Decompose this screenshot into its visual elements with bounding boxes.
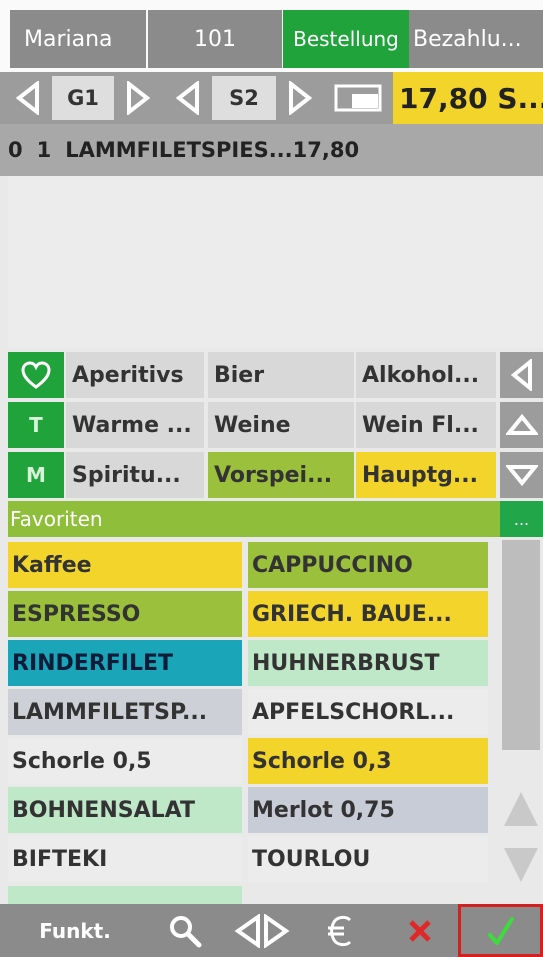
product-partial-row[interactable] <box>8 886 242 904</box>
product-lammfiletspiess[interactable]: LAMMFILETSP... <box>8 689 242 735</box>
split-button[interactable] <box>222 904 302 957</box>
order-line-index: 0 <box>8 138 23 162</box>
category-vorspeisen[interactable]: Vorspei... <box>208 452 354 498</box>
product-espresso[interactable]: ESPRESSO <box>8 591 242 637</box>
t-icon: T <box>29 413 43 437</box>
product-tourlou[interactable]: TOURLOU <box>248 836 488 882</box>
product-apfelschorle[interactable]: APFELSCHORL... <box>248 689 488 735</box>
top-bar: Mariana 101 Bestellung Bezahlu... <box>0 0 543 72</box>
next-seat-button[interactable] <box>280 76 320 120</box>
category-scroll-up-button[interactable] <box>500 402 543 448</box>
confirm-button[interactable] <box>458 904 543 957</box>
category-aperitivs[interactable]: Aperitivs <box>66 352 204 398</box>
split-icon <box>234 913 290 948</box>
product-cappuccino[interactable]: CAPPUCCINO <box>248 542 488 588</box>
prev-seat-button[interactable] <box>168 76 208 120</box>
order-line-name: LAMMFILETSPIES... <box>65 138 293 162</box>
order-line[interactable]: 0 1 LAMMFILETSPIES... 17,80 <box>0 124 543 176</box>
view-toggle-button[interactable] <box>328 76 388 120</box>
triangle-up-icon <box>504 792 538 826</box>
chevron-left-icon <box>510 359 532 391</box>
product-bohnensalat[interactable]: BOHNENSALAT <box>8 787 242 833</box>
t-category-button[interactable]: T <box>8 402 64 448</box>
chevron-right-icon <box>127 81 151 115</box>
chevron-left-icon <box>175 81 199 115</box>
m-icon: M <box>26 463 46 487</box>
chevron-left-icon <box>15 81 39 115</box>
euro-icon <box>328 915 352 946</box>
order-list-area <box>8 176 543 348</box>
tab-payment[interactable]: Bezahlu... <box>409 10 543 68</box>
next-group-button[interactable] <box>118 76 158 120</box>
chevron-down-icon <box>505 465 538 487</box>
order-total: 17,80 S... <box>393 72 543 124</box>
chevron-up-icon <box>505 413 538 435</box>
category-weine[interactable]: Weine <box>208 402 354 448</box>
favorites-label: Favoriten <box>10 507 103 531</box>
product-huhnerbrust[interactable]: HUHNERBRUST <box>248 640 488 686</box>
search-icon <box>170 915 202 947</box>
product-kaffee[interactable]: Kaffee <box>8 542 242 588</box>
category-bier[interactable]: Bier <box>208 352 354 398</box>
category-spirituosen[interactable]: Spiritu... <box>66 452 204 498</box>
category-scroll-down-button[interactable] <box>500 452 543 498</box>
category-warme[interactable]: Warme ... <box>66 402 204 448</box>
cancel-button[interactable] <box>385 904 455 957</box>
favorites-more-button[interactable]: ... <box>500 501 543 537</box>
prev-group-button[interactable] <box>8 76 48 120</box>
tab-order[interactable]: Bestellung <box>283 10 409 68</box>
triangle-down-icon <box>504 848 538 882</box>
favorites-bar: Favoriten ... <box>8 501 543 537</box>
nav-row: G1 S2 17,80 S... <box>0 72 543 124</box>
checkmark-icon <box>487 916 514 945</box>
m-category-button[interactable]: M <box>8 452 64 498</box>
product-merlot-075[interactable]: Merlot 0,75 <box>248 787 488 833</box>
heart-icon <box>21 361 51 389</box>
order-line-qty: 1 <box>36 138 52 162</box>
table-button[interactable]: 101 <box>148 10 282 68</box>
search-button[interactable] <box>150 904 220 957</box>
product-schorle-03[interactable]: Schorle 0,3 <box>248 738 488 784</box>
product-rinderfilet[interactable]: RINDERFILET <box>8 640 242 686</box>
category-back-button[interactable] <box>500 352 543 398</box>
product-scrollbar[interactable] <box>502 540 540 750</box>
functions-button[interactable]: Funkt. <box>20 904 130 957</box>
chevron-right-icon <box>289 81 313 115</box>
product-griech-bauernsalat[interactable]: GRIECH. BAUE... <box>248 591 488 637</box>
category-hauptgerichte[interactable]: Hauptg... <box>356 452 496 498</box>
product-scroll-down-button[interactable] <box>502 840 540 892</box>
favorites-category-button[interactable] <box>8 352 64 398</box>
bottom-toolbar: Funkt. <box>0 904 543 957</box>
order-line-price: 17,80 <box>292 138 360 162</box>
seat-label: S2 <box>212 76 276 120</box>
group-label: G1 <box>52 76 114 120</box>
product-schorle-05[interactable]: Schorle 0,5 <box>8 738 242 784</box>
category-wein-flasche[interactable]: Wein Fl... <box>356 402 496 448</box>
euro-button[interactable] <box>305 904 375 957</box>
product-scroll-up-button[interactable] <box>502 782 540 834</box>
product-bifteki[interactable]: BIFTEKI <box>8 836 242 882</box>
window-icon <box>334 84 382 112</box>
waiter-button[interactable]: Mariana <box>10 10 146 68</box>
category-alkohol[interactable]: Alkohol... <box>356 352 496 398</box>
cancel-icon <box>409 919 431 942</box>
